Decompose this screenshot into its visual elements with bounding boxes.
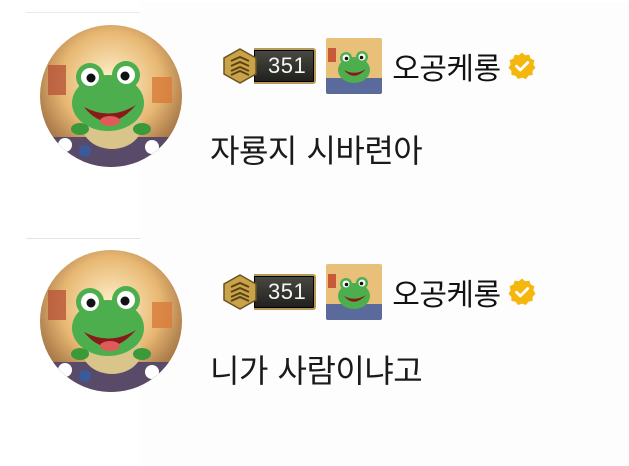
level-number: 351 [254,274,317,310]
frog-badge-icon [326,38,383,94]
comment-meta: 351 오공케롱 [220,261,537,323]
nickname[interactable]: 오공케롱 [392,270,501,314]
frog-avatar-icon [40,25,182,167]
frog-avatar-icon [40,250,182,392]
rank-emblem-icon [220,46,260,86]
comment-item: 351 오공케롱 [0,2,629,239]
avatar[interactable] [40,25,182,167]
avatar[interactable] [40,250,182,392]
level-badge: 351 [220,272,317,312]
comment-text: 자룡지 시바련아 [210,132,423,170]
comment-item: 351 오공케롱 [0,228,629,466]
comment-meta: 351 오공케롱 [220,35,537,97]
comment-text: 니가 사람이냐고 [210,352,423,390]
frog-badge-icon [326,264,383,320]
level-number: 351 [254,48,317,84]
rank-emblem-icon [220,272,260,312]
verified-badge-icon [507,51,537,81]
verified-badge-icon [507,277,537,307]
level-badge: 351 [220,46,317,86]
nickname[interactable]: 오공케롱 [392,44,501,88]
